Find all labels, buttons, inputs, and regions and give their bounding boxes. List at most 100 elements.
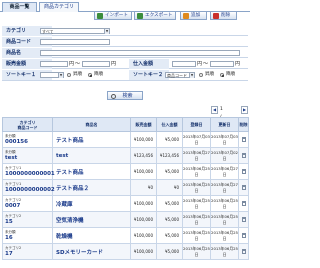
trash-icon[interactable]: [241, 168, 246, 174]
category-select-value: すべて: [42, 29, 54, 34]
cell-product-code-link[interactable]: 15: [5, 219, 52, 225]
cell-sale-price: ¥123,456: [130, 147, 157, 164]
cell-code: カテゴリ2 17: [2, 243, 53, 260]
table-row[interactable]: カテゴリ1 1000000000002 テスト商品２ ¥0 ¥0 2013年06月25日 2…: [2, 179, 249, 196]
cell-sale-price: ¥100,000: [130, 227, 157, 244]
cell-delete[interactable]: [238, 243, 249, 260]
cell-purchase-price: ¥5,000: [156, 227, 183, 244]
sort1-select[interactable]: ▼: [40, 72, 64, 78]
trash-icon[interactable]: [241, 200, 246, 206]
add-button[interactable]: 追加: [180, 11, 207, 20]
trash-icon[interactable]: [241, 232, 246, 238]
sort2-label: ソートキー２: [129, 70, 169, 80]
cell-product-name-link[interactable]: テスト商品２: [52, 179, 131, 196]
cell-product-code-link[interactable]: 000156: [5, 139, 52, 145]
table-row[interactable]: カテゴリ2 17 SDメモリーカード ¥100,000 ¥5,000 2013年06月25…: [2, 243, 249, 260]
table-row[interactable]: 未分類 000156 テスト商品 ¥100,000 ¥5,000 2013年07月03日 2…: [2, 131, 249, 148]
col-header-updated[interactable]: 更新日: [210, 117, 239, 132]
cell-delete[interactable]: [238, 131, 249, 148]
col-header-delete: 削除: [238, 117, 249, 132]
table-row[interactable]: カテゴリ2 0007 冷蔵庫 ¥100,000 ¥5,000 2013年06月25日 201…: [2, 195, 249, 212]
delete-icon: [213, 13, 219, 19]
purchase-price-min-unit: 円: [197, 61, 203, 67]
search-label: 検索: [122, 93, 133, 99]
cell-code: カテゴリ2 15: [2, 211, 53, 228]
import-button[interactable]: インポート: [94, 11, 132, 20]
cell-product-code-link[interactable]: 1000000000002: [5, 187, 55, 193]
cell-updated: 2013年06月25日: [210, 195, 239, 212]
product-name-input[interactable]: [40, 50, 240, 56]
sort1-asc-radio[interactable]: [67, 73, 71, 77]
cell-purchase-price: ¥123,456: [156, 147, 183, 164]
sort2-asc-radio[interactable]: [199, 73, 203, 77]
cell-delete[interactable]: [238, 179, 249, 196]
sale-price-min-input[interactable]: [40, 61, 68, 67]
delete-label: 削除: [221, 13, 231, 18]
trash-icon[interactable]: [241, 248, 246, 254]
col-header-created[interactable]: 登録日: [182, 117, 211, 132]
price-row: 販売金額 円 ～ 円 仕入金額 円 ～ 円: [2, 59, 248, 69]
table-row[interactable]: 未分類 16 乾燥機 ¥100,000 ¥5,000 2013年06月25日 2013年06…: [2, 227, 249, 244]
sort2-select[interactable]: 商品コード ▼: [165, 72, 195, 78]
prev-page-button[interactable]: ◀: [211, 106, 218, 114]
add-label: 追加: [191, 13, 201, 18]
product-code-input[interactable]: [40, 39, 110, 45]
table-row[interactable]: カテゴリ1 1000000000001 テスト商品 ¥100,000 ¥5,000 201…: [2, 163, 249, 180]
cell-delete[interactable]: [238, 211, 249, 228]
cell-created: 2013年06月25日: [182, 195, 211, 212]
cell-product-name-link[interactable]: 冷蔵庫: [52, 195, 131, 212]
trash-icon[interactable]: [241, 184, 246, 190]
search-icon: [111, 93, 116, 99]
search-button[interactable]: 検索: [107, 91, 143, 100]
cell-product-code-link[interactable]: test: [5, 155, 52, 161]
delete-button[interactable]: 削除: [210, 11, 237, 20]
sort2-desc-radio[interactable]: [220, 73, 224, 77]
col-header-name[interactable]: 商品名: [52, 117, 131, 132]
table-row[interactable]: カテゴリ2 15 空気清浄機 ¥100,000 ¥5,000 2013年06月25日 201…: [2, 211, 249, 228]
cell-purchase-price: ¥5,000: [156, 211, 183, 228]
cell-product-name-link[interactable]: テスト商品: [52, 131, 131, 148]
cell-delete[interactable]: [238, 163, 249, 180]
cell-product-code-link[interactable]: 16: [5, 235, 52, 241]
cell-created: 2013年07月03日: [182, 131, 211, 148]
next-page-button[interactable]: ▶: [241, 106, 248, 114]
purchase-price-min-input[interactable]: [172, 61, 196, 67]
col-header-sale[interactable]: 販売金額: [130, 117, 157, 132]
sale-price-max-input[interactable]: [82, 61, 110, 67]
trash-icon[interactable]: [241, 136, 246, 142]
trash-icon[interactable]: [241, 152, 246, 158]
cell-delete[interactable]: [238, 195, 249, 212]
export-button[interactable]: エクスポート: [134, 11, 176, 20]
cell-sale-price: ¥100,000: [130, 211, 157, 228]
cell-product-name-link[interactable]: 空気清浄機: [52, 211, 131, 228]
cell-product-name-link[interactable]: SDメモリーカード: [52, 243, 131, 260]
cell-product-name-link[interactable]: 乾燥機: [52, 227, 131, 244]
cell-purchase-price: ¥5,000: [156, 243, 183, 260]
sort1-desc-radio[interactable]: [88, 73, 92, 77]
chevron-down-icon: ▼: [58, 73, 63, 78]
category-select[interactable]: すべて ▼: [40, 28, 110, 34]
cell-purchase-price: ¥5,000: [156, 195, 183, 212]
cell-updated: 2013年06月27日: [210, 179, 239, 196]
purchase-price-max-input[interactable]: [210, 61, 234, 67]
cell-sale-price: ¥0: [130, 179, 157, 196]
category-row: カテゴリ すべて ▼: [2, 26, 248, 36]
cell-product-name-link[interactable]: テスト商品: [52, 163, 131, 180]
purchase-price-max-unit: 円: [235, 61, 241, 67]
cell-delete[interactable]: [238, 147, 249, 164]
cell-product-code-link[interactable]: 0007: [5, 203, 52, 209]
cell-updated: 2013年07月03日: [210, 131, 239, 148]
col-header-code[interactable]: カテゴリ 商品コード: [2, 117, 53, 132]
cell-delete[interactable]: [238, 227, 249, 244]
col-header-purchase[interactable]: 仕入金額: [156, 117, 183, 132]
cell-code: 未分類 test: [2, 147, 53, 164]
cell-updated: 2013年07月02日: [210, 147, 239, 164]
export-icon: [137, 13, 143, 19]
table-row[interactable]: 未分類 test test ¥123,456 ¥123,456 2013年06月27日 20…: [2, 147, 249, 164]
import-label: インポート: [105, 13, 128, 18]
trash-icon[interactable]: [241, 216, 246, 222]
cell-product-code-link[interactable]: 17: [5, 251, 52, 257]
cell-product-name-link[interactable]: test: [52, 147, 131, 164]
cell-product-code-link[interactable]: 1000000000001: [5, 171, 55, 177]
cell-purchase-price: ¥0: [156, 179, 183, 196]
